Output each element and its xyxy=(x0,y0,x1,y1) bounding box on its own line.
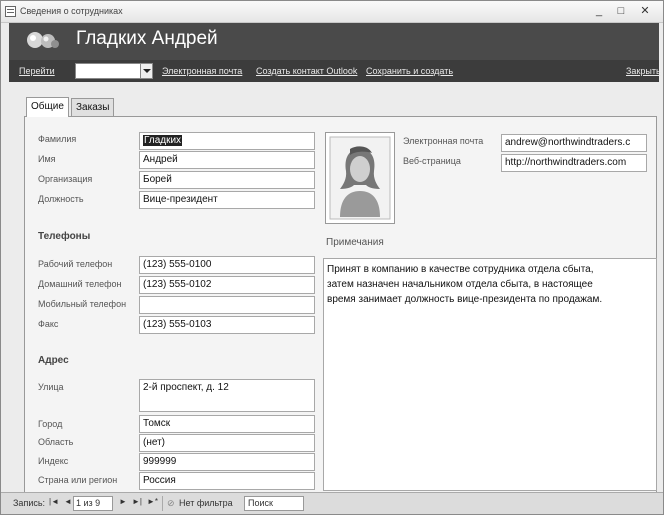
zip-label: Индекс xyxy=(38,456,69,466)
no-filter-button[interactable]: Нет фильтра xyxy=(179,498,233,508)
form-header: Гладких Андрей xyxy=(9,23,659,60)
person-silhouette-icon xyxy=(329,136,391,220)
tab-general[interactable]: Общие xyxy=(26,97,69,117)
next-record-button[interactable]: ► xyxy=(119,497,127,506)
employee-name-heading: Гладких Андрей xyxy=(76,28,218,49)
home-phone-field[interactable]: (123) 555-0102 xyxy=(139,276,315,294)
status-divider xyxy=(162,496,163,511)
job-title-field[interactable]: Вице-президент xyxy=(139,191,315,209)
record-navigation-bar: Запись: |◄ ◄ 1 из 9 ► ►| ►* ⊘ Нет фильтр… xyxy=(1,492,663,514)
mobile-phone-label: Мобильный телефон xyxy=(38,299,127,309)
current-record-field[interactable]: 1 из 9 xyxy=(73,496,113,511)
window-title: Сведения о сотрудниках xyxy=(20,6,123,16)
mobile-phone-field[interactable] xyxy=(139,296,315,314)
phones-section-title: Телефоны xyxy=(38,231,91,242)
notes-field[interactable]: Принят в компанию в качестве сотрудника … xyxy=(323,258,657,491)
form-icon xyxy=(5,6,16,17)
web-page-label: Веб-страница xyxy=(403,156,461,166)
first-name-label: Имя xyxy=(38,154,56,164)
tab-orders[interactable]: Заказы xyxy=(71,98,115,116)
employee-photo[interactable] xyxy=(325,132,395,224)
previous-record-button[interactable]: ◄ xyxy=(64,497,72,506)
create-outlook-contact-link[interactable]: Создать контакт Outlook xyxy=(256,66,357,76)
region-field[interactable]: (нет) xyxy=(139,434,315,452)
search-field[interactable]: Поиск xyxy=(244,496,304,511)
close-link[interactable]: Закрыть xyxy=(626,66,661,76)
first-name-field[interactable]: Андрей xyxy=(139,151,315,169)
last-name-value: Гладких xyxy=(143,135,183,146)
zip-field[interactable]: 999999 xyxy=(139,453,315,471)
fax-field[interactable]: (123) 555-0103 xyxy=(139,316,315,334)
email-field[interactable]: andrew@northwindtraders.c xyxy=(501,134,647,152)
company-label: Организация xyxy=(38,174,93,184)
fax-label: Факс xyxy=(38,319,59,329)
company-field[interactable]: Борей xyxy=(139,171,315,189)
street-label: Улица xyxy=(38,382,64,392)
country-field[interactable]: Россия xyxy=(139,472,315,490)
address-section-title: Адрес xyxy=(38,355,69,366)
first-record-button[interactable]: |◄ xyxy=(49,497,59,506)
email-link[interactable]: Электронная почта xyxy=(162,66,242,76)
work-phone-label: Рабочий телефон xyxy=(38,259,113,269)
email-label: Электронная почта xyxy=(403,136,484,146)
goto-combobox[interactable] xyxy=(75,63,153,79)
command-bar: Перейти Электронная почта Создать контак… xyxy=(9,60,661,82)
last-name-label: Фамилия xyxy=(38,134,77,144)
last-record-button[interactable]: ►| xyxy=(132,497,142,506)
country-label: Страна или регион xyxy=(38,475,118,485)
job-title-label: Должность xyxy=(38,194,84,204)
filter-off-icon: ⊘ xyxy=(167,498,175,508)
people-logo-icon xyxy=(27,32,59,48)
save-and-new-link[interactable]: Сохранить и создать xyxy=(366,66,453,76)
notes-label: Примечания xyxy=(326,237,384,248)
last-name-field[interactable]: Гладких xyxy=(139,132,315,150)
maximize-button[interactable]: □ xyxy=(613,4,629,19)
home-phone-label: Домашний телефон xyxy=(38,279,122,289)
close-window-button[interactable]: ✕ xyxy=(637,4,653,19)
records-label: Запись: xyxy=(13,498,46,508)
street-field[interactable]: 2-й проспект, д. 12 xyxy=(139,379,315,412)
region-label: Область xyxy=(38,437,74,447)
work-phone-field[interactable]: (123) 555-0100 xyxy=(139,256,315,274)
employee-details-window: Сведения о сотрудниках _ □ ✕ Гладких Анд… xyxy=(0,0,664,515)
minimize-button[interactable]: _ xyxy=(591,4,607,19)
chevron-down-icon[interactable] xyxy=(140,64,152,78)
goto-label: Перейти xyxy=(19,66,55,76)
city-label: Город xyxy=(38,419,63,429)
title-bar: Сведения о сотрудниках _ □ ✕ xyxy=(1,1,663,23)
city-field[interactable]: Томск xyxy=(139,415,315,433)
new-record-button[interactable]: ►* xyxy=(147,497,158,506)
web-page-field[interactable]: http://northwindtraders.com xyxy=(501,154,647,172)
